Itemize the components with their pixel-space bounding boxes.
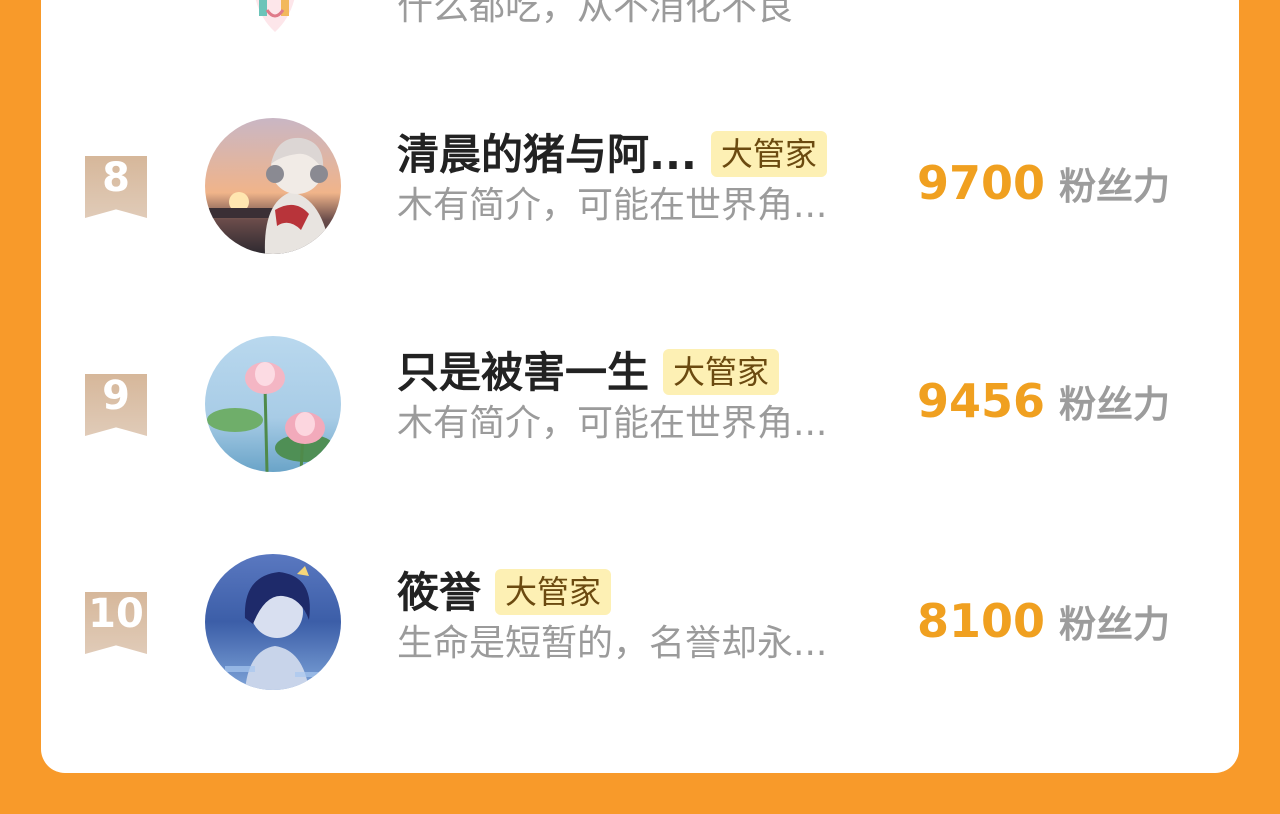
avatar-blue-hair[interactable] bbox=[205, 554, 341, 690]
rank-number: 9 bbox=[102, 373, 130, 419]
user-name[interactable]: 只是被害一生 大管家 bbox=[397, 348, 780, 399]
fan-power-unit: 粉丝力 bbox=[1059, 383, 1171, 426]
list-item[interactable]: 8 清晨的猪与阿... 大管家 木有简介，可能在世界角... 9700 粉丝力 bbox=[41, 116, 1239, 256]
partial-bio: 什么都吃，从不消化不良 bbox=[397, 0, 794, 28]
rank-number: 8 bbox=[102, 155, 130, 201]
user-bio: 木有简介，可能在世界角... bbox=[397, 185, 828, 226]
fan-power-unit: 粉丝力 bbox=[1059, 603, 1171, 646]
fan-power-value: 9456 bbox=[917, 374, 1046, 428]
user-bio: 木有简介，可能在世界角... bbox=[397, 403, 828, 444]
rank-number: 10 bbox=[88, 591, 144, 637]
user-name[interactable]: 清晨的猪与阿... 大管家 bbox=[397, 130, 827, 181]
user-name-text: 筱誉 bbox=[397, 568, 482, 617]
role-tag: 大管家 bbox=[495, 568, 612, 615]
leaderboard-card: 什么都吃，从不消化不良 8 清晨的猪与阿... 大管家 木有简介，可能在世界角.… bbox=[41, 0, 1239, 773]
fan-power-unit: 粉丝力 bbox=[1059, 165, 1171, 208]
user-name-text: 只是被害一生 bbox=[397, 348, 650, 397]
avatar-lotus[interactable] bbox=[205, 336, 341, 472]
rank-badge: 10 bbox=[85, 592, 147, 654]
fan-power-value: 8100 bbox=[917, 594, 1046, 648]
user-bio: 生命是短暂的，名誉却永... bbox=[397, 623, 828, 664]
fan-power: 9700 粉丝力 bbox=[917, 158, 1170, 219]
fan-power-value: 9700 bbox=[917, 156, 1046, 210]
fan-power: 9456 粉丝力 bbox=[917, 376, 1170, 437]
role-tag: 大管家 bbox=[710, 130, 827, 177]
fan-power: 8100 粉丝力 bbox=[917, 596, 1170, 657]
role-tag: 大管家 bbox=[663, 348, 780, 395]
rank-badge: 8 bbox=[85, 156, 147, 218]
partial-avatar bbox=[247, 0, 303, 34]
list-item[interactable]: 9 只是被害一生 大管家 木有简介，可能在世界角... 9456 粉丝力 bbox=[41, 334, 1239, 474]
rank-badge: 9 bbox=[85, 374, 147, 436]
partial-list-item[interactable]: 什么都吃，从不消化不良 bbox=[41, 0, 1239, 40]
user-name-text: 清晨的猪与阿... bbox=[397, 130, 697, 179]
user-name[interactable]: 筱誉 大管家 bbox=[397, 568, 612, 619]
list-item[interactable]: 10 筱誉 大管家 生命是短暂的，名誉却永... 8100 粉丝力 bbox=[41, 554, 1239, 694]
avatar-headphones-boy[interactable] bbox=[205, 118, 341, 254]
